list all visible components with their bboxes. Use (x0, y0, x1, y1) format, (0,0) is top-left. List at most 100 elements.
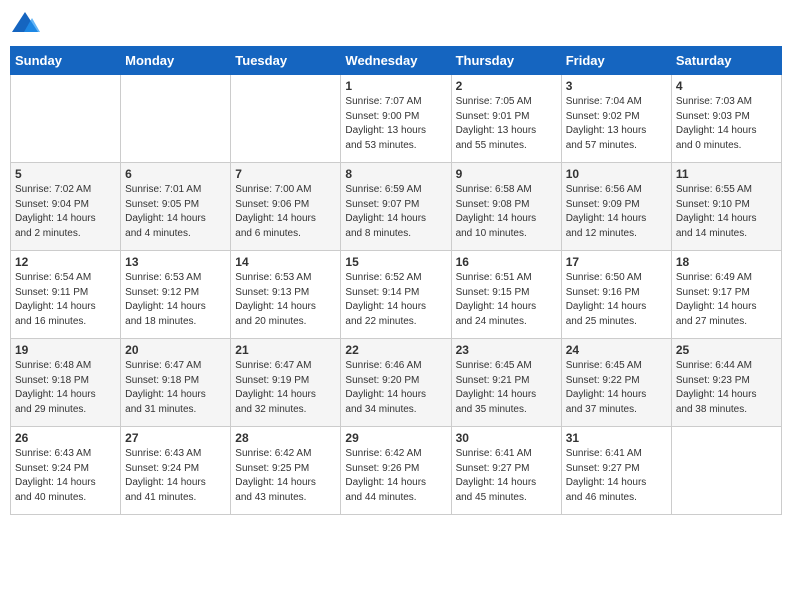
calendar-cell: 21 Sunrise: 6:47 AM Sunset: 9:19 PM Dayli… (231, 339, 341, 427)
day-number: 12 (15, 255, 116, 269)
day-number: 23 (456, 343, 557, 357)
day-number: 7 (235, 167, 336, 181)
day-info: Sunrise: 7:03 AM Sunset: 9:03 PM Dayligh… (676, 95, 777, 153)
calendar-cell: 3 Sunrise: 7:04 AM Sunset: 9:02 PM Daylig… (561, 75, 671, 163)
day-info: Sunrise: 6:49 AM Sunset: 9:17 PM Dayligh… (676, 271, 777, 329)
calendar-cell: 11 Sunrise: 6:55 AM Sunset: 9:10 PM Dayli… (671, 163, 781, 251)
calendar-cell: 5 Sunrise: 7:02 AM Sunset: 9:04 PM Daylig… (11, 163, 121, 251)
calendar-week-row: 5 Sunrise: 7:02 AM Sunset: 9:04 PM Daylig… (11, 163, 782, 251)
calendar-cell (231, 75, 341, 163)
day-number: 11 (676, 167, 777, 181)
day-number: 1 (345, 79, 446, 93)
calendar-cell: 27Sunrise: 6:43 AM Sunset: 9:24 PM Dayli… (121, 427, 231, 515)
calendar-cell: 28Sunrise: 6:42 AM Sunset: 9:25 PM Dayli… (231, 427, 341, 515)
calendar-week-row: 12 Sunrise: 6:54 AM Sunset: 9:11 PM Dayli… (11, 251, 782, 339)
day-info: Sunrise: 6:45 AM Sunset: 9:22 PM Dayligh… (566, 359, 667, 417)
day-info: Sunrise: 6:58 AM Sunset: 9:08 PM Dayligh… (456, 183, 557, 241)
calendar-cell (121, 75, 231, 163)
logo (10, 10, 44, 40)
calendar-cell: 31Sunrise: 6:41 AM Sunset: 9:27 PM Dayli… (561, 427, 671, 515)
day-info: Sunrise: 7:00 AM Sunset: 9:06 PM Dayligh… (235, 183, 336, 241)
calendar-cell: 2Sunrise: 7:05 AM Sunset: 9:01 PM Daylig… (451, 75, 561, 163)
day-number: 6 (125, 167, 226, 181)
calendar-cell: 9 Sunrise: 6:58 AM Sunset: 9:08 PM Daylig… (451, 163, 561, 251)
day-number: 21 (235, 343, 336, 357)
calendar-cell (671, 427, 781, 515)
day-info: Sunrise: 6:53 AM Sunset: 9:12 PM Dayligh… (125, 271, 226, 329)
calendar-cell: 19 Sunrise: 6:48 AM Sunset: 9:18 PM Dayli… (11, 339, 121, 427)
day-info: Sunrise: 6:41 AM Sunset: 9:27 PM Dayligh… (566, 447, 667, 505)
day-number: 9 (456, 167, 557, 181)
day-info: Sunrise: 6:51 AM Sunset: 9:15 PM Dayligh… (456, 271, 557, 329)
calendar-cell: 18 Sunrise: 6:49 AM Sunset: 9:17 PM Dayli… (671, 251, 781, 339)
calendar-cell: 20 Sunrise: 6:47 AM Sunset: 9:18 PM Dayli… (121, 339, 231, 427)
day-number: 29 (345, 431, 446, 445)
calendar-cell: 29 Sunrise: 6:42 AM Sunset: 9:26 PM Dayli… (341, 427, 451, 515)
calendar-week-row: 26Sunrise: 6:43 AM Sunset: 9:24 PM Dayli… (11, 427, 782, 515)
day-number: 22 (345, 343, 446, 357)
day-number: 27 (125, 431, 226, 445)
day-info: Sunrise: 7:04 AM Sunset: 9:02 PM Dayligh… (566, 95, 667, 153)
calendar-cell: 23 Sunrise: 6:45 AM Sunset: 9:21 PM Dayli… (451, 339, 561, 427)
day-number: 18 (676, 255, 777, 269)
day-info: Sunrise: 7:01 AM Sunset: 9:05 PM Dayligh… (125, 183, 226, 241)
day-number: 10 (566, 167, 667, 181)
day-info: Sunrise: 6:48 AM Sunset: 9:18 PM Dayligh… (15, 359, 116, 417)
day-number: 19 (15, 343, 116, 357)
day-info: Sunrise: 6:46 AM Sunset: 9:20 PM Dayligh… (345, 359, 446, 417)
day-info: Sunrise: 6:42 AM Sunset: 9:26 PM Dayligh… (345, 447, 446, 505)
day-info: Sunrise: 7:05 AM Sunset: 9:01 PM Dayligh… (456, 95, 557, 153)
page-container: SundayMondayTuesdayWednesdayThursdayFrid… (10, 10, 782, 515)
day-info: Sunrise: 6:56 AM Sunset: 9:09 PM Dayligh… (566, 183, 667, 241)
day-number: 16 (456, 255, 557, 269)
day-info: Sunrise: 7:07 AM Sunset: 9:00 PM Dayligh… (345, 95, 446, 153)
weekday-header-thursday: Thursday (451, 47, 561, 75)
day-info: Sunrise: 6:45 AM Sunset: 9:21 PM Dayligh… (456, 359, 557, 417)
calendar-cell: 14Sunrise: 6:53 AM Sunset: 9:13 PM Dayli… (231, 251, 341, 339)
calendar-cell: 6 Sunrise: 7:01 AM Sunset: 9:05 PM Daylig… (121, 163, 231, 251)
day-info: Sunrise: 6:55 AM Sunset: 9:10 PM Dayligh… (676, 183, 777, 241)
calendar-cell: 26Sunrise: 6:43 AM Sunset: 9:24 PM Dayli… (11, 427, 121, 515)
day-number: 8 (345, 167, 446, 181)
calendar-cell: 22 Sunrise: 6:46 AM Sunset: 9:20 PM Dayli… (341, 339, 451, 427)
calendar-cell: 13 Sunrise: 6:53 AM Sunset: 9:12 PM Dayli… (121, 251, 231, 339)
logo-icon (10, 10, 40, 40)
day-number: 24 (566, 343, 667, 357)
day-info: Sunrise: 7:02 AM Sunset: 9:04 PM Dayligh… (15, 183, 116, 241)
calendar-cell: 25 Sunrise: 6:44 AM Sunset: 9:23 PM Dayli… (671, 339, 781, 427)
calendar-week-row: 19 Sunrise: 6:48 AM Sunset: 9:18 PM Dayli… (11, 339, 782, 427)
day-number: 13 (125, 255, 226, 269)
header (10, 10, 782, 40)
weekday-header-tuesday: Tuesday (231, 47, 341, 75)
calendar-cell: 15Sunrise: 6:52 AM Sunset: 9:14 PM Dayli… (341, 251, 451, 339)
day-info: Sunrise: 6:54 AM Sunset: 9:11 PM Dayligh… (15, 271, 116, 329)
day-info: Sunrise: 6:42 AM Sunset: 9:25 PM Dayligh… (235, 447, 336, 505)
calendar-header: SundayMondayTuesdayWednesdayThursdayFrid… (11, 47, 782, 75)
calendar-cell: 8 Sunrise: 6:59 AM Sunset: 9:07 PM Daylig… (341, 163, 451, 251)
day-info: Sunrise: 6:44 AM Sunset: 9:23 PM Dayligh… (676, 359, 777, 417)
day-info: Sunrise: 6:47 AM Sunset: 9:18 PM Dayligh… (125, 359, 226, 417)
day-info: Sunrise: 6:43 AM Sunset: 9:24 PM Dayligh… (15, 447, 116, 505)
day-info: Sunrise: 6:53 AM Sunset: 9:13 PM Dayligh… (235, 271, 336, 329)
day-info: Sunrise: 6:59 AM Sunset: 9:07 PM Dayligh… (345, 183, 446, 241)
weekday-header-monday: Monday (121, 47, 231, 75)
calendar-cell: 4Sunrise: 7:03 AM Sunset: 9:03 PM Daylig… (671, 75, 781, 163)
calendar-body: 1 Sunrise: 7:07 AM Sunset: 9:00 PM Daylig… (11, 75, 782, 515)
day-info: Sunrise: 6:52 AM Sunset: 9:14 PM Dayligh… (345, 271, 446, 329)
weekday-header-saturday: Saturday (671, 47, 781, 75)
calendar-cell: 17Sunrise: 6:50 AM Sunset: 9:16 PM Dayli… (561, 251, 671, 339)
day-number: 25 (676, 343, 777, 357)
calendar-week-row: 1 Sunrise: 7:07 AM Sunset: 9:00 PM Daylig… (11, 75, 782, 163)
calendar-table: SundayMondayTuesdayWednesdayThursdayFrid… (10, 46, 782, 515)
day-info: Sunrise: 6:47 AM Sunset: 9:19 PM Dayligh… (235, 359, 336, 417)
day-number: 3 (566, 79, 667, 93)
day-number: 20 (125, 343, 226, 357)
calendar-cell: 16 Sunrise: 6:51 AM Sunset: 9:15 PM Dayli… (451, 251, 561, 339)
calendar-cell: 30Sunrise: 6:41 AM Sunset: 9:27 PM Dayli… (451, 427, 561, 515)
calendar-cell: 24 Sunrise: 6:45 AM Sunset: 9:22 PM Dayli… (561, 339, 671, 427)
weekday-header-friday: Friday (561, 47, 671, 75)
day-number: 5 (15, 167, 116, 181)
day-number: 30 (456, 431, 557, 445)
calendar-cell (11, 75, 121, 163)
calendar-cell: 7 Sunrise: 7:00 AM Sunset: 9:06 PM Daylig… (231, 163, 341, 251)
